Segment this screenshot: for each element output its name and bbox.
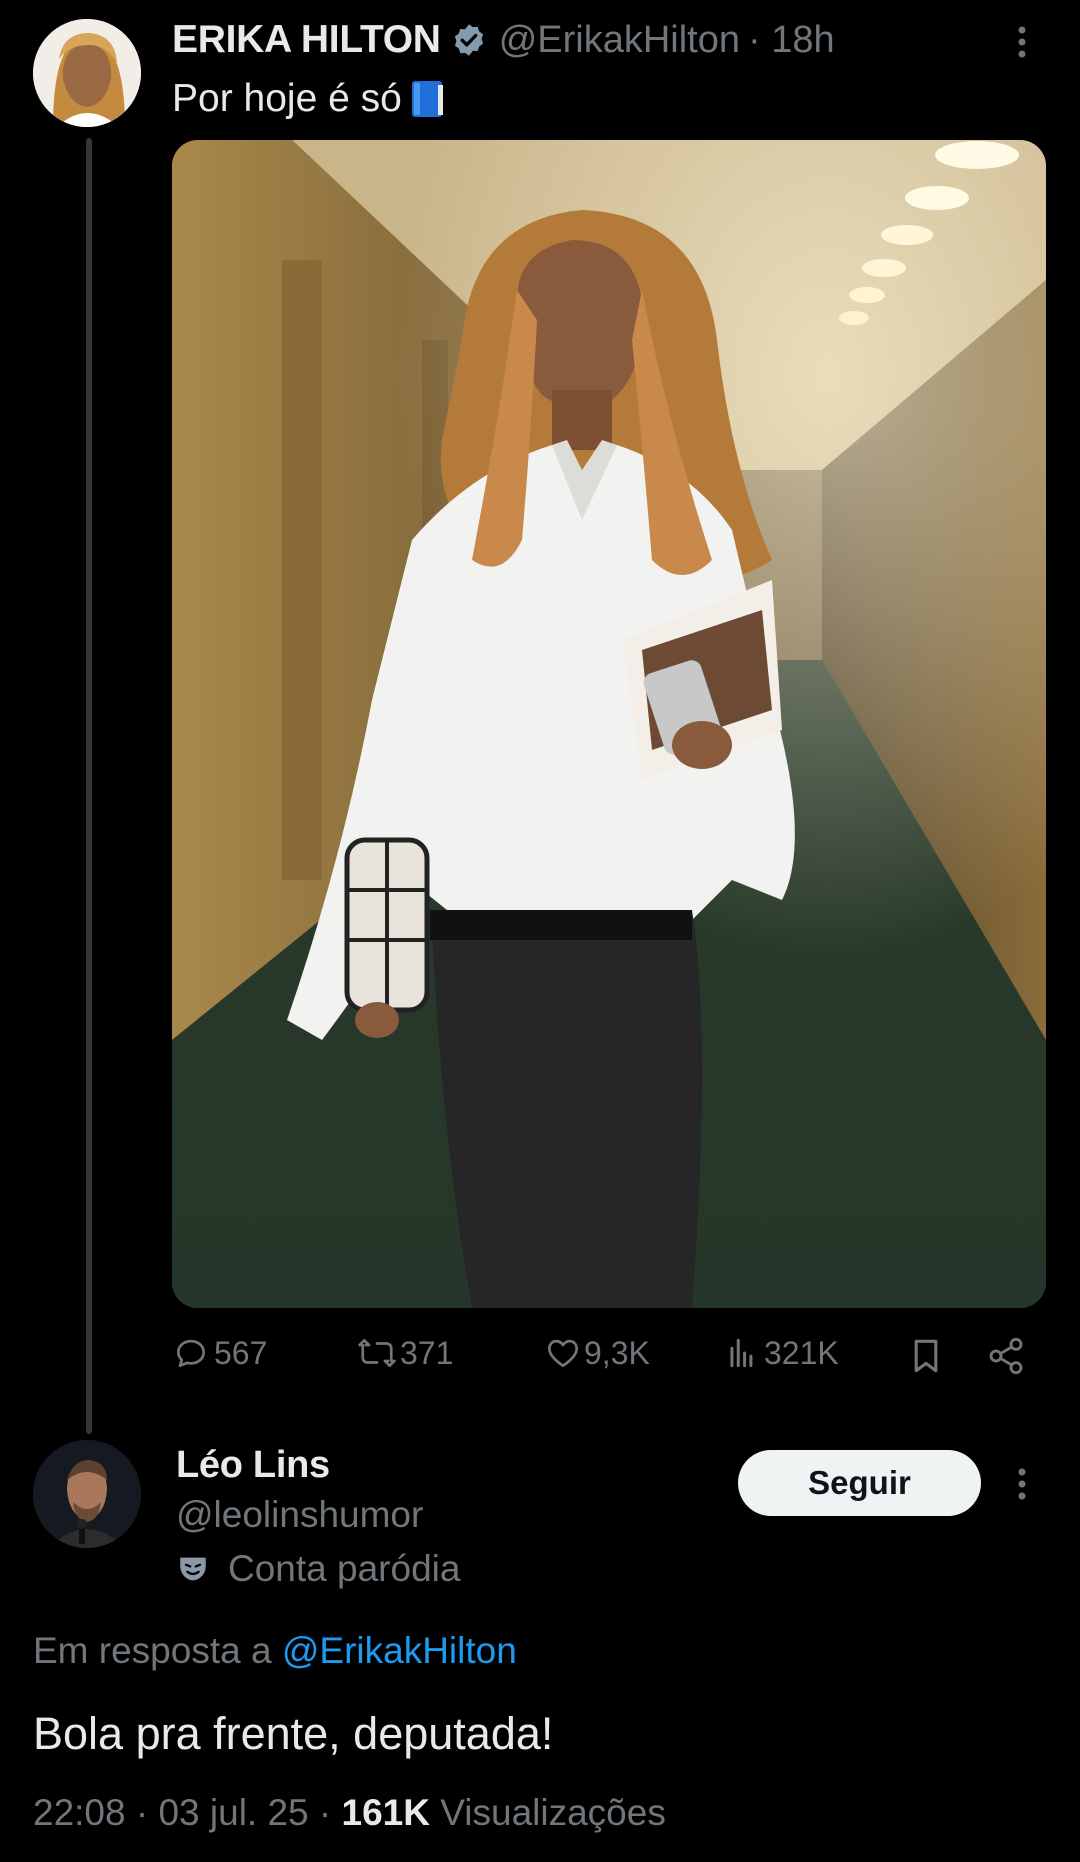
- like-button[interactable]: 9,3K: [544, 1334, 650, 1372]
- tweet-photo[interactable]: [172, 140, 1046, 1308]
- bookmark-icon: [908, 1336, 944, 1376]
- parody-label: Conta paródia: [228, 1548, 461, 1589]
- retweet-button[interactable]: 371: [356, 1334, 453, 1372]
- bookmark-button[interactable]: [908, 1336, 944, 1376]
- heart-icon: [544, 1334, 582, 1372]
- views-button[interactable]: 321K: [724, 1334, 839, 1372]
- reply-count: 567: [214, 1334, 268, 1371]
- parody-mask-icon: [176, 1552, 210, 1586]
- share-button[interactable]: [986, 1336, 1026, 1376]
- views-icon: [724, 1334, 762, 1372]
- reply-more-options-icon[interactable]: [1012, 1464, 1032, 1509]
- share-icon: [986, 1336, 1026, 1376]
- avatar-leo[interactable]: [33, 1440, 141, 1548]
- reply-text: Bola pra frente, deputada!: [33, 1708, 554, 1759]
- retweet-icon: [356, 1334, 398, 1372]
- tweet-text: Por hoje é só: [172, 77, 402, 120]
- retweet-count: 371: [400, 1334, 454, 1371]
- reply-timestamp[interactable]: 22:08 · 03 jul. 25 ·: [33, 1792, 331, 1833]
- views-count: 321K: [764, 1334, 839, 1371]
- blue-book-emoji-icon: [410, 79, 446, 119]
- thread-line: [86, 138, 92, 1434]
- in-reply-prefix: Em resposta a: [33, 1630, 272, 1671]
- tweet-time[interactable]: · 18h: [748, 19, 835, 62]
- reply-author-name[interactable]: Léo Lins: [176, 1444, 330, 1487]
- follow-button[interactable]: Seguir: [738, 1450, 981, 1516]
- author-name[interactable]: ERIKA HILTON: [172, 18, 441, 62]
- in-reply-to-line: Em resposta a @ErikakHilton: [33, 1630, 517, 1672]
- more-options-icon[interactable]: [1012, 22, 1032, 68]
- reply-author-handle[interactable]: @leolinshumor: [176, 1494, 423, 1536]
- reply-button[interactable]: 567: [172, 1334, 267, 1372]
- avatar-erika[interactable]: [33, 19, 141, 127]
- reply-meta: 22:08 · 03 jul. 25 · 161K Visualizações: [33, 1792, 666, 1834]
- reply-icon: [172, 1334, 210, 1372]
- author-handle[interactable]: @ErikakHilton: [499, 19, 740, 62]
- reply-views-label: Visualizações: [440, 1792, 666, 1833]
- verified-icon: [451, 22, 487, 58]
- reply-views-count: 161K: [341, 1792, 430, 1833]
- like-count: 9,3K: [584, 1334, 650, 1371]
- in-reply-handle-link[interactable]: @ErikakHilton: [282, 1630, 517, 1671]
